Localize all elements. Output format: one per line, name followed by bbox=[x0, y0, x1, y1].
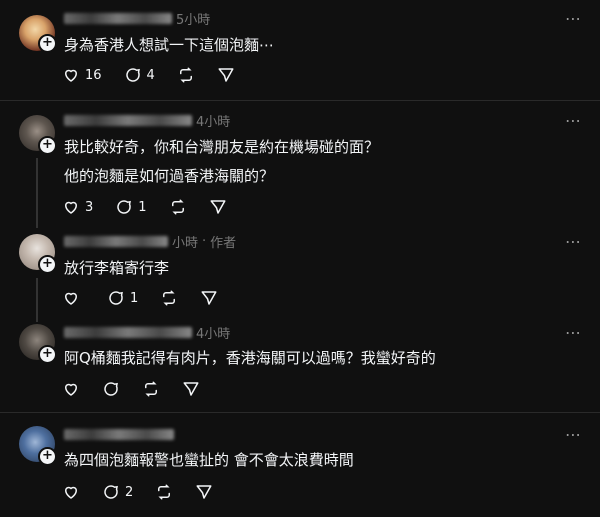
post-header: 4小時 bbox=[64, 323, 231, 342]
repost-icon bbox=[163, 290, 176, 306]
heart-icon bbox=[65, 383, 77, 396]
repost-icon bbox=[158, 484, 171, 500]
post-header bbox=[64, 425, 178, 443]
repost-icon bbox=[145, 381, 157, 397]
repost-button[interactable] bbox=[169, 198, 187, 216]
more-icon[interactable]: ⋯ bbox=[565, 232, 582, 251]
like-button[interactable] bbox=[62, 483, 80, 501]
post-header: 4小時 bbox=[64, 111, 231, 130]
post-1: + 5小時 ⋯ 身為香港人想試一下這個泡麵⋯ 16 4 bbox=[0, 0, 600, 100]
action-bar: 16 4 bbox=[62, 66, 257, 84]
post-text-line-1: 放行李箱寄行李 bbox=[64, 259, 170, 277]
share-button[interactable] bbox=[200, 289, 218, 307]
heart-icon bbox=[65, 201, 77, 214]
repost-icon bbox=[171, 199, 184, 215]
username-blurred[interactable] bbox=[64, 428, 174, 440]
post-3: + 小時 · 作者 ⋯ 放行李箱寄行李 1 bbox=[0, 228, 600, 322]
timestamp: 4小時 bbox=[196, 114, 231, 130]
thread-line bbox=[36, 158, 38, 228]
more-icon[interactable]: ⋯ bbox=[565, 425, 582, 444]
follow-plus-icon[interactable]: + bbox=[38, 34, 57, 53]
action-bar bbox=[62, 380, 222, 398]
share-icon bbox=[210, 200, 226, 214]
comment-count: 1 bbox=[130, 290, 139, 306]
comment-icon bbox=[104, 382, 118, 396]
follow-plus-icon[interactable]: + bbox=[38, 345, 57, 364]
share-button[interactable] bbox=[182, 380, 200, 398]
heart-icon bbox=[65, 486, 77, 499]
heart-icon bbox=[65, 69, 77, 82]
follow-plus-icon[interactable]: + bbox=[38, 136, 57, 155]
more-icon[interactable]: ⋯ bbox=[565, 9, 582, 28]
comment-button[interactable]: 2 bbox=[102, 483, 133, 501]
repost-button[interactable] bbox=[160, 289, 178, 307]
post-4: + 4小時 ⋯ 阿Q桶麵我記得有肉片，香港海關可以過嗎？我蠻好奇的 bbox=[0, 318, 600, 412]
timestamp: 4小時 bbox=[196, 326, 231, 342]
post-text-line-2: 他的泡麵是如何過香港海關的？ bbox=[64, 167, 275, 185]
like-button[interactable] bbox=[62, 380, 80, 398]
post-5: + ⋯ 為四個泡麵報警也蠻扯的 會不會太浪費時間 2 bbox=[0, 412, 600, 517]
heart-icon bbox=[65, 292, 77, 305]
comment-button[interactable]: 4 bbox=[124, 66, 155, 84]
follow-plus-icon[interactable]: + bbox=[38, 255, 57, 274]
share-button[interactable] bbox=[195, 483, 213, 501]
comment-count: 4 bbox=[146, 67, 155, 83]
share-icon bbox=[183, 382, 199, 396]
like-count: 3 bbox=[85, 199, 94, 215]
like-button[interactable]: 3 bbox=[62, 198, 93, 216]
share-button[interactable] bbox=[209, 198, 227, 216]
repost-button[interactable] bbox=[142, 380, 160, 398]
more-icon[interactable]: ⋯ bbox=[565, 111, 582, 130]
username-blurred[interactable] bbox=[64, 326, 192, 338]
share-icon bbox=[201, 291, 217, 305]
timestamp: 小時 bbox=[172, 235, 199, 251]
repost-button[interactable] bbox=[177, 66, 195, 84]
post-text-line-1: 身為香港人想試一下這個泡麵⋯ bbox=[64, 36, 275, 54]
share-icon bbox=[196, 485, 212, 499]
comment-icon bbox=[104, 485, 118, 499]
action-bar: 1 bbox=[62, 289, 240, 307]
comment-icon bbox=[117, 200, 132, 214]
comment-button[interactable] bbox=[102, 380, 120, 398]
action-bar: 2 bbox=[62, 483, 235, 501]
thread-line bbox=[36, 278, 38, 322]
comment-icon bbox=[109, 291, 123, 305]
author-tag: 作者 bbox=[210, 235, 237, 251]
username-blurred[interactable] bbox=[64, 114, 192, 126]
post-2: + 4小時 ⋯ 我比較好奇，你和台灣朋友是約在機場碰的面？ 他的泡麵是如何過香港… bbox=[0, 100, 600, 228]
more-icon[interactable]: ⋯ bbox=[565, 323, 582, 342]
dot-separator: · bbox=[202, 233, 207, 249]
like-button[interactable] bbox=[62, 289, 85, 307]
timestamp: 5小時 bbox=[176, 12, 211, 28]
repost-icon bbox=[179, 67, 192, 83]
like-count: 16 bbox=[85, 67, 102, 83]
comment-count: 2 bbox=[125, 484, 134, 500]
post-text-line-1: 阿Q桶麵我記得有肉片，香港海關可以過嗎？我蠻好奇的 bbox=[64, 349, 436, 367]
post-text-line-1: 為四個泡麵報警也蠻扯的 會不會太浪費時間 bbox=[64, 451, 354, 469]
action-bar: 3 1 bbox=[62, 198, 249, 216]
post-text-line-1: 我比較好奇，你和台灣朋友是約在機場碰的面？ bbox=[64, 138, 380, 156]
like-button[interactable]: 16 bbox=[62, 66, 102, 84]
comment-icon bbox=[125, 68, 140, 82]
post-header: 5小時 bbox=[64, 9, 211, 28]
username-blurred[interactable] bbox=[64, 12, 172, 24]
follow-plus-icon[interactable]: + bbox=[38, 447, 57, 466]
comment-button[interactable]: 1 bbox=[107, 289, 138, 307]
comment-button[interactable]: 1 bbox=[115, 198, 147, 216]
post-header: 小時 · 作者 bbox=[64, 232, 237, 251]
comment-count: 1 bbox=[138, 199, 147, 215]
repost-button[interactable] bbox=[155, 483, 173, 501]
username-blurred[interactable] bbox=[64, 235, 168, 247]
share-button[interactable] bbox=[217, 66, 235, 84]
share-icon bbox=[218, 68, 234, 82]
